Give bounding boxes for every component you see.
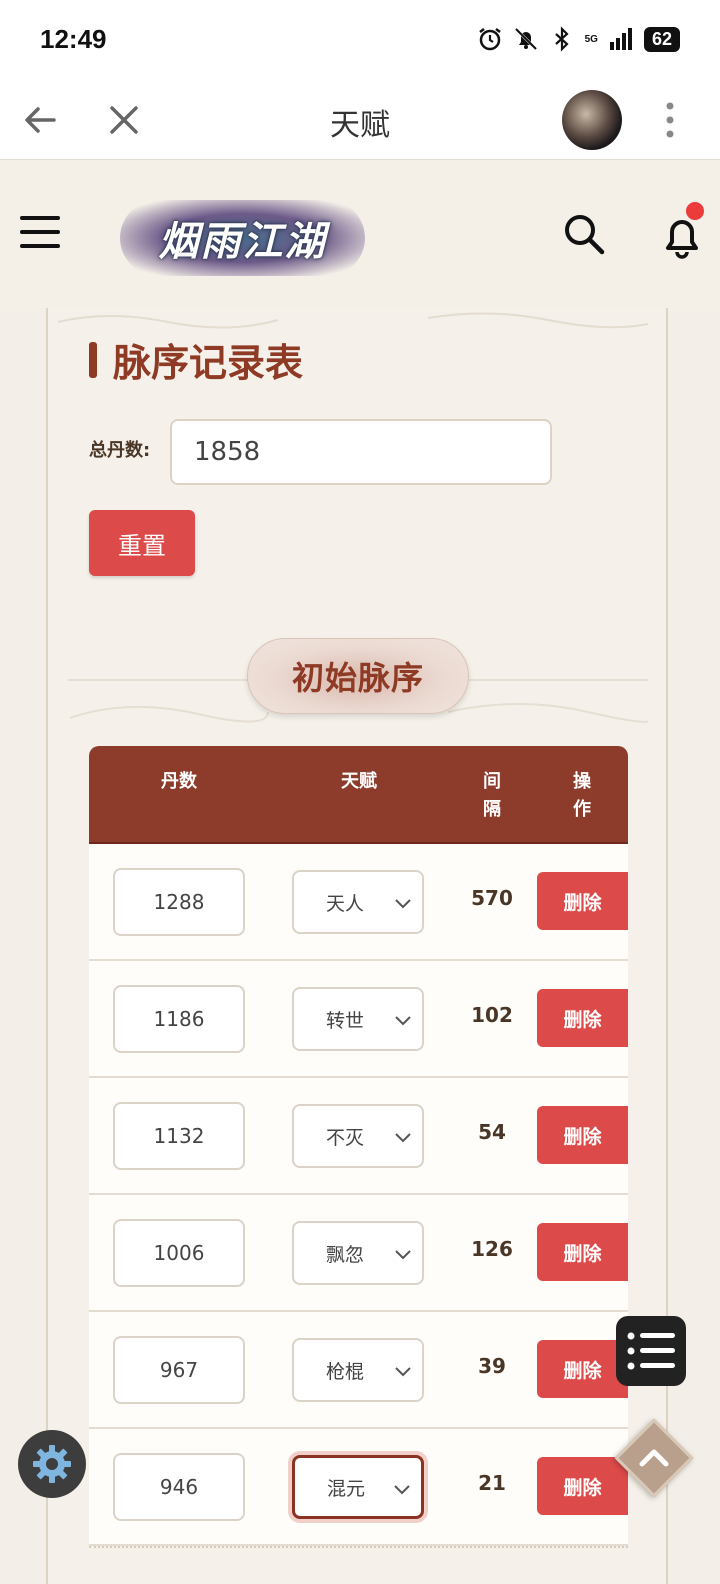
talent-select[interactable]: 天人 — [292, 870, 424, 934]
table-row: 1186 转世 102 删除 — [89, 961, 628, 1078]
table-body: 1288 天人 570 删除 1186 转世 102 删除 1132 不灭 54… — [89, 844, 628, 1546]
talent-select[interactable]: 转世 — [292, 987, 424, 1051]
table-row: 967 枪棍 39 删除 — [89, 1312, 628, 1429]
total-dan-input[interactable]: 1858 — [170, 419, 552, 485]
status-bar: 12:49 5G 62 — [0, 0, 720, 80]
total-dan-label: 总丹数: — [89, 440, 151, 461]
menu-icon[interactable] — [20, 214, 60, 250]
notification-dot — [684, 200, 706, 222]
talent-select[interactable]: 飘忽 — [292, 1221, 424, 1285]
title-accent-bar — [89, 341, 97, 378]
chevron-down-icon — [394, 1485, 410, 1495]
header-op: 操 作 — [567, 768, 597, 824]
floating-settings-button[interactable] — [18, 1430, 86, 1498]
alarm-icon — [477, 26, 503, 52]
delete-button[interactable]: 删除 — [537, 872, 628, 930]
header-op-line2: 作 — [573, 799, 591, 820]
talent-select[interactable]: 枪棍 — [292, 1338, 424, 1402]
gap-value: 102 — [471, 1003, 513, 1027]
signal-icon — [608, 26, 634, 52]
table-row: 1006 飘忽 126 删除 — [89, 1195, 628, 1312]
gap-value: 39 — [478, 1354, 506, 1378]
gap-value: 21 — [478, 1471, 506, 1495]
search-icon[interactable] — [562, 212, 606, 256]
section-title-text: 脉序记录表 — [113, 341, 304, 385]
browser-bar: 天赋 — [0, 80, 720, 160]
content-card: 脉序记录表 总丹数: 1858 重置 初始脉序 丹数 天赋 间 隔 操 作 12… — [46, 308, 668, 1584]
chevron-down-icon — [395, 1133, 411, 1143]
battery-indicator: 62 — [643, 26, 680, 52]
stage-heading: 初始脉序 — [247, 638, 469, 714]
chevron-down-icon — [395, 899, 411, 909]
site-header: 烟雨江湖 — [0, 160, 720, 310]
talent-select-value: 飘忽 — [326, 1243, 365, 1266]
logo-text: 烟雨江湖 — [158, 218, 327, 265]
header-gap: 间 隔 — [477, 768, 507, 824]
talent-select-value: 转世 — [326, 1009, 365, 1032]
section-title: 脉序记录表 — [89, 332, 303, 387]
network-label: 5G — [584, 33, 598, 45]
header-talent: 天赋 — [341, 771, 377, 792]
dan-input[interactable]: 967 — [113, 1336, 245, 1404]
status-time: 12:49 — [40, 24, 107, 54]
gap-value: 126 — [471, 1237, 513, 1261]
bell-off-icon — [513, 26, 539, 52]
more-vertical-icon[interactable] — [656, 100, 684, 140]
table-divider — [89, 1546, 628, 1552]
header-dan: 丹数 — [161, 771, 197, 792]
talent-select-value: 天人 — [326, 892, 365, 915]
table-header: 丹数 天赋 间 隔 操 作 — [89, 746, 628, 844]
table-row: 1132 不灭 54 删除 — [89, 1078, 628, 1195]
delete-button[interactable]: 删除 — [537, 1223, 628, 1281]
gap-value: 54 — [478, 1120, 506, 1144]
dan-input[interactable]: 1288 — [113, 868, 245, 936]
chevron-down-icon — [395, 1367, 411, 1377]
list-icon — [627, 1332, 675, 1370]
header-gap-line2: 隔 — [483, 799, 501, 820]
talent-select-value: 混元 — [327, 1477, 366, 1500]
gear-icon — [33, 1445, 71, 1483]
dan-input[interactable]: 1132 — [113, 1102, 245, 1170]
reset-button[interactable]: 重置 — [89, 510, 195, 576]
table-row: 946 混元 21 删除 — [89, 1429, 628, 1546]
header-gap-line1: 间 — [483, 771, 501, 792]
status-icons: 5G 62 — [477, 26, 680, 52]
delete-button[interactable]: 删除 — [537, 989, 628, 1047]
talent-select-value: 不灭 — [326, 1126, 365, 1149]
delete-button[interactable]: 删除 — [537, 1106, 628, 1164]
header-op-line1: 操 — [573, 771, 591, 792]
bluetooth-icon — [549, 26, 575, 52]
stage-heading-text: 初始脉序 — [291, 659, 424, 697]
gap-value: 570 — [471, 886, 513, 910]
delete-button[interactable]: 删除 — [537, 1340, 628, 1398]
floating-list-button[interactable] — [616, 1316, 686, 1386]
delete-button[interactable]: 删除 — [537, 1457, 628, 1515]
avatar[interactable] — [562, 90, 622, 150]
dan-input[interactable]: 1006 — [113, 1219, 245, 1287]
talent-select[interactable]: 不灭 — [292, 1104, 424, 1168]
chevron-up-icon — [639, 1449, 669, 1467]
chevron-down-icon — [395, 1250, 411, 1260]
dan-input[interactable]: 1186 — [113, 985, 245, 1053]
site-logo[interactable]: 烟雨江湖 — [120, 200, 365, 276]
record-table: 丹数 天赋 间 隔 操 作 1288 天人 570 删除 1186 转世 102… — [89, 746, 628, 1546]
talent-select[interactable]: 混元 — [292, 1455, 424, 1519]
chevron-down-icon — [395, 1016, 411, 1026]
dan-input[interactable]: 946 — [113, 1453, 245, 1521]
table-row: 1288 天人 570 删除 — [89, 844, 628, 961]
talent-select-value: 枪棍 — [326, 1360, 365, 1383]
